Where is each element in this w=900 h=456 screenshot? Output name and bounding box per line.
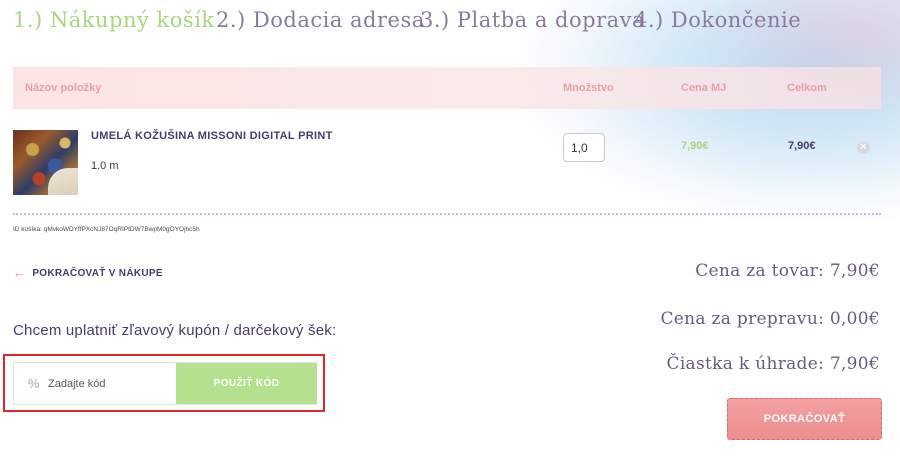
- unit-price: 7,90€: [681, 140, 709, 152]
- continue-shopping-label: POKRAČOVAŤ V NÁKUPE: [32, 268, 163, 279]
- remove-item-icon[interactable]: ✕: [857, 141, 870, 154]
- apply-code-button[interactable]: POUŽIŤ KÓD: [176, 363, 317, 404]
- checkout-steps: 1.) Nákupný košík 2.) Dodacia adresa 3.)…: [0, 4, 900, 44]
- header-unit-price: Cena MJ: [681, 82, 727, 94]
- step-payment-shipping[interactable]: 3.) Platba a doprava: [420, 8, 645, 32]
- coupon-title: Chcem uplatniť zľavový kupón / darčekový…: [13, 322, 337, 339]
- product-name-link[interactable]: UMELÁ KOŽUŠINA MISSONI DIGITAL PRINT: [91, 130, 333, 142]
- step-delivery-address[interactable]: 2.) Dodacia adresa: [216, 8, 425, 32]
- step-completion[interactable]: 4.) Dokončenie: [634, 8, 801, 32]
- header-quantity: Množstvo: [563, 82, 614, 94]
- header-total: Celkom: [787, 82, 827, 94]
- cart-id: ID košíka: qMvkoWDYffPXcNJ87OqRIPtDW7Bwp…: [13, 226, 200, 233]
- continue-checkout-button[interactable]: POKRAČOVAŤ: [727, 398, 882, 440]
- coupon-code-input[interactable]: [14, 363, 176, 404]
- coupon-form: % POUŽIŤ KÓD: [13, 362, 317, 405]
- product-amount: 1.0 m: [91, 160, 119, 172]
- dotted-divider: [13, 213, 881, 215]
- continue-shopping-link[interactable]: ← POKRAČOVAŤ V NÁKUPE: [13, 264, 163, 280]
- header-item-name: Názov položky: [25, 82, 102, 94]
- quantity-input[interactable]: [563, 133, 605, 162]
- goods-price: Cena za tovar: 7,90€: [695, 261, 880, 281]
- total-to-pay: Čiastka k úhrade: 7,90€: [666, 354, 880, 374]
- arrow-left-icon: ←: [13, 265, 27, 280]
- step-cart[interactable]: 1.) Nákupný košík: [13, 8, 215, 32]
- line-total: 7,90€: [788, 140, 816, 152]
- shipping-price: Cena za prepravu: 0,00€: [660, 309, 880, 329]
- cart-table-header: Názov položky Množstvo Cena MJ Celkom: [13, 67, 881, 109]
